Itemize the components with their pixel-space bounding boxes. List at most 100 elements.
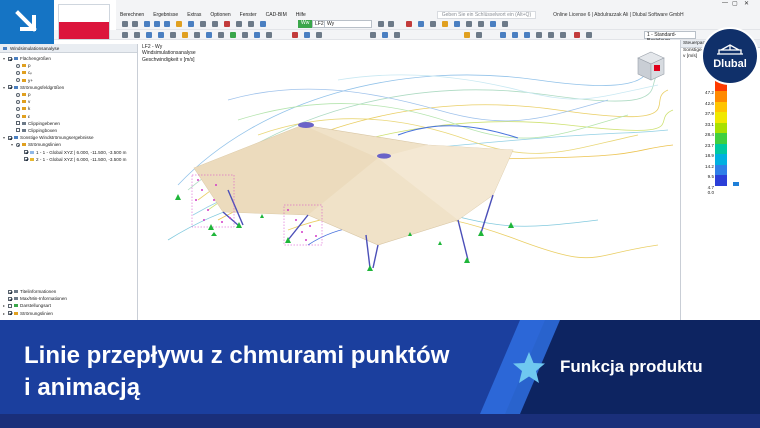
tree-row[interactable]: 1 - 1 - Global XYZ | 6.000, -11.500, -3.…: [0, 148, 137, 155]
animation-icon[interactable]: [442, 21, 448, 27]
checkbox[interactable]: [8, 303, 12, 308]
collapse-icon[interactable]: ▾: [10, 142, 14, 147]
load-icon[interactable]: [176, 21, 182, 27]
transparency-icon[interactable]: [394, 32, 400, 38]
checkbox[interactable]: [8, 85, 12, 90]
grid-icon[interactable]: [466, 21, 472, 27]
node-icon[interactable]: [182, 32, 188, 38]
front-view-icon[interactable]: [500, 32, 506, 38]
measure-icon[interactable]: [502, 21, 508, 27]
camera-icon[interactable]: [586, 32, 592, 38]
iso-view-icon[interactable]: [524, 32, 530, 38]
tree-row[interactable]: Titelinformationen: [0, 288, 137, 295]
menu-ergebnisse[interactable]: Ergebnisse: [153, 12, 178, 18]
options-icon[interactable]: [430, 21, 436, 27]
radio[interactable]: [16, 63, 20, 68]
checkbox[interactable]: [8, 289, 12, 294]
section-icon[interactable]: [406, 21, 412, 27]
minimize-icon[interactable]: —: [722, 0, 728, 6]
menu-berechnen[interactable]: Berechnen: [120, 12, 144, 18]
top-view-icon[interactable]: [512, 32, 518, 38]
expand-icon[interactable]: ▸: [2, 303, 6, 308]
tree-row[interactable]: ▾ Flächengrößen: [0, 55, 137, 62]
wireframe-icon[interactable]: [536, 32, 542, 38]
light-icon[interactable]: [574, 32, 580, 38]
radio[interactable]: [16, 114, 20, 119]
radio[interactable]: [16, 99, 20, 104]
view-cube[interactable]: [636, 50, 666, 84]
menu-fenster[interactable]: Fenster: [240, 12, 257, 18]
tree-row[interactable]: ▾ Strömungsfeldgrößen: [0, 84, 137, 91]
redo-icon[interactable]: [132, 21, 138, 27]
filter-icon[interactable]: [236, 21, 242, 27]
collapse-icon[interactable]: ▾: [2, 85, 6, 90]
layer-selector[interactable]: 1 - Standard-Basislayer: [644, 31, 696, 44]
menu-cad-bim[interactable]: CAD-BIM: [266, 12, 287, 18]
zoom-icon[interactable]: [260, 21, 266, 27]
collapse-icon[interactable]: ▾: [2, 135, 6, 140]
snap-icon[interactable]: [478, 21, 484, 27]
solid-icon[interactable]: [218, 32, 224, 38]
result-value-icon[interactable]: [464, 32, 470, 38]
tree-row[interactable]: y+: [0, 77, 137, 84]
close-icon[interactable]: ✕: [744, 0, 749, 7]
collapse-icon[interactable]: ▾: [2, 56, 6, 61]
checkbox[interactable]: [8, 296, 12, 301]
menu-extras[interactable]: Extras: [187, 12, 201, 18]
view-icon[interactable]: [144, 21, 150, 27]
wind-icon[interactable]: [292, 32, 298, 38]
checkbox[interactable]: [8, 311, 12, 316]
print-icon[interactable]: [248, 21, 254, 27]
select-icon[interactable]: [200, 21, 206, 27]
tree-row[interactable]: Max/Min-Informationen: [0, 295, 137, 302]
model-viewport[interactable]: LF2 - Wy Windsimulationsanalyse Geschwin…: [138, 40, 680, 320]
checkbox[interactable]: [16, 121, 20, 126]
copy-icon[interactable]: [146, 32, 152, 38]
cube-icon[interactable]: [454, 21, 460, 27]
table-icon[interactable]: [212, 21, 218, 27]
color-icon[interactable]: [382, 32, 388, 38]
undo-icon[interactable]: [122, 21, 128, 27]
display-icon[interactable]: [418, 21, 424, 27]
line-icon[interactable]: [194, 32, 200, 38]
menu-hilfe[interactable]: Hilfe: [296, 12, 306, 18]
tree-row[interactable]: Clippingboxen: [0, 127, 137, 134]
mirror-icon[interactable]: [170, 32, 176, 38]
prev-icon[interactable]: [378, 21, 384, 27]
render-icon[interactable]: [154, 21, 160, 27]
tree-row[interactable]: ε: [0, 113, 137, 120]
tree-row[interactable]: Clippingebenen: [0, 120, 137, 127]
tree-row[interactable]: ▾ Strömungslinien: [0, 141, 137, 148]
flow-icon[interactable]: [304, 32, 310, 38]
radio[interactable]: [16, 106, 20, 111]
search-input[interactable]: Geben Sie ein Schlüsselwort ein (Alt+Q): [436, 10, 537, 19]
checkbox[interactable]: [24, 150, 28, 155]
move-icon[interactable]: [134, 32, 140, 38]
layer-icon[interactable]: [370, 32, 376, 38]
checkbox[interactable]: [24, 157, 28, 162]
tree-row[interactable]: ▾ Sonstige Windströmungsergebnisse: [0, 134, 137, 141]
checkbox[interactable]: [8, 56, 12, 61]
shade-icon[interactable]: [560, 32, 566, 38]
maximize-icon[interactable]: ▢: [732, 0, 738, 7]
axis-icon[interactable]: [490, 21, 496, 27]
radio[interactable]: [16, 142, 20, 147]
tree-row[interactable]: p: [0, 91, 137, 98]
hidden-icon[interactable]: [548, 32, 554, 38]
checkbox[interactable]: [16, 128, 20, 133]
tree-row[interactable]: 2 - 1 - Global XYZ | 6.000, -11.500, -3.…: [0, 156, 137, 163]
model-icon[interactable]: [164, 21, 170, 27]
radio[interactable]: [16, 92, 20, 97]
tree-row[interactable]: p: [0, 62, 137, 69]
pointer-icon[interactable]: [122, 32, 128, 38]
tree-row[interactable]: cₚ: [0, 69, 137, 76]
radio[interactable]: [16, 78, 20, 83]
tree-row[interactable]: ▸ Darstellungsart: [0, 302, 137, 309]
marker-icon[interactable]: [224, 21, 230, 27]
tree-row[interactable]: ▸ Strömungslinien: [0, 310, 137, 317]
expand-icon[interactable]: ▸: [2, 311, 6, 316]
menu-optionen[interactable]: Optionen: [210, 12, 230, 18]
surface-icon[interactable]: [206, 32, 212, 38]
checkbox[interactable]: [8, 135, 12, 140]
next-icon[interactable]: [388, 21, 394, 27]
